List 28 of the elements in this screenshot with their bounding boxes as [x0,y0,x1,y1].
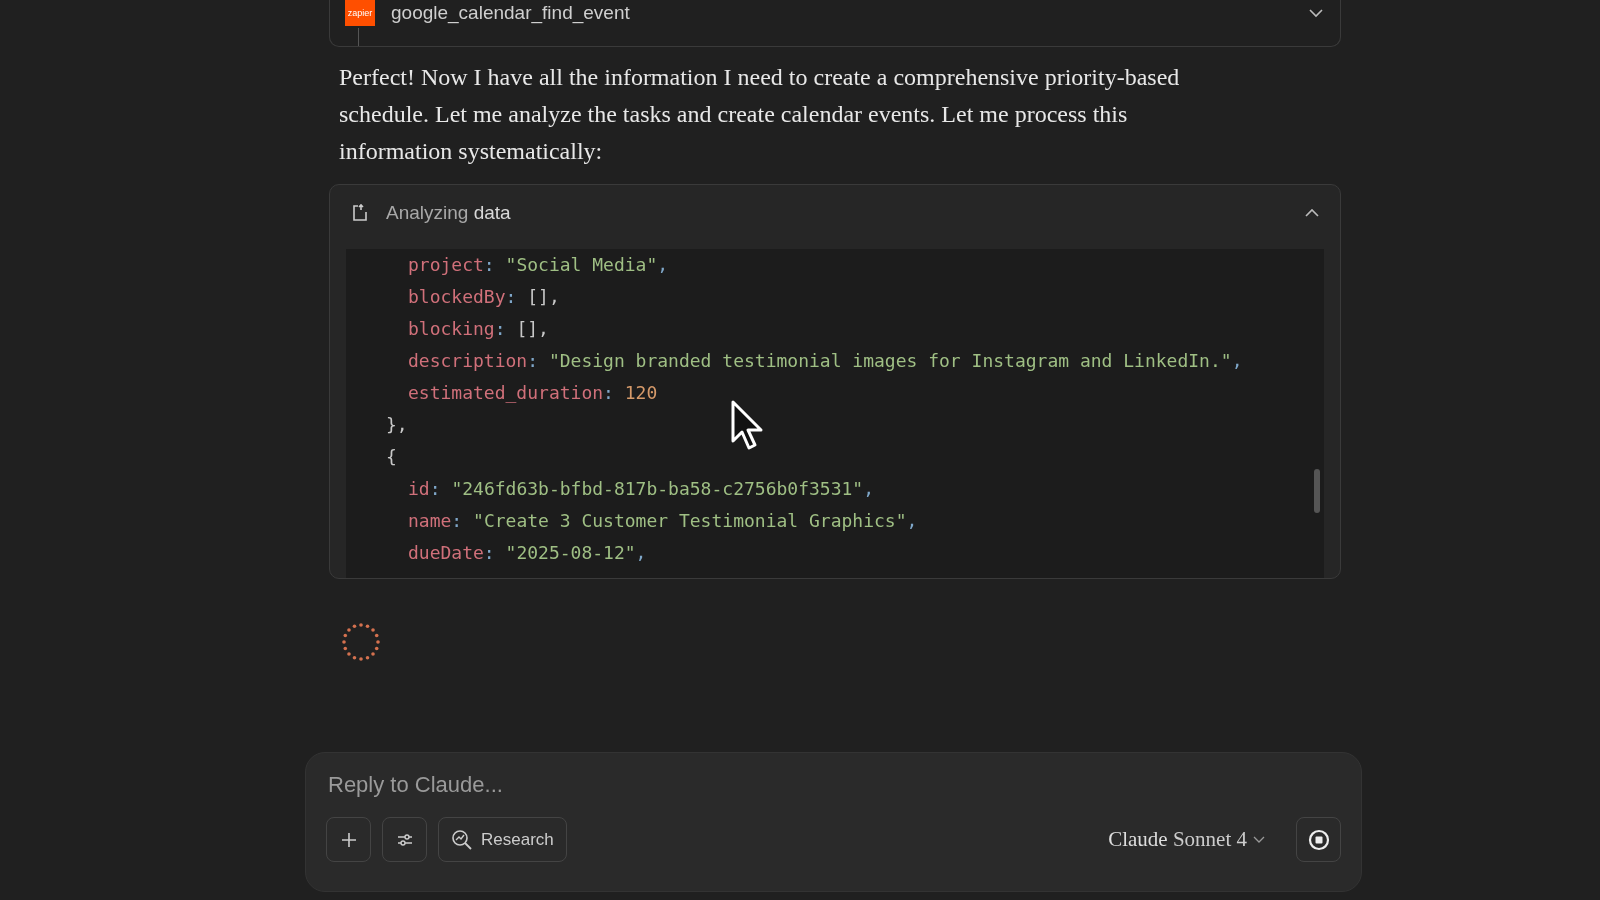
assistant-message: Perfect! Now I have all the information I need to create a comprehensive priority-based schedule. Let me analyze the tasks and create calendar events. Let me process this information systematically: [338,63,1181,166]
reply-input[interactable]: Reply to Claude... [326,771,1230,799]
analysis-icon [350,203,370,223]
code-line: dueDate: "2025-08-12", [408,541,647,565]
code-line: }, [386,413,408,437]
code-line: estimated_duration: 120 [408,381,658,405]
tool-name: google_calendar_find_event [391,2,631,24]
chevron-icon[interactable] [1308,8,1324,18]
scrollbar[interactable] [1314,469,1320,513]
search-chart-icon [451,828,473,851]
code-line: blockedBy: [], [408,285,560,309]
code-line: blocking: [], [408,317,549,341]
chevron-icon[interactable] [1304,208,1320,218]
code-line: name: "Create 3 Customer Testimonial Graphics", [408,509,918,533]
add-button[interactable] [326,817,371,862]
model-selector[interactable]: Claude Sonnet 4 [1102,826,1271,853]
stop-button[interactable] [1296,817,1341,862]
research-button[interactable]: Research [438,817,567,862]
settings-button[interactable] [382,817,427,862]
code-line: { [386,445,397,469]
zapier-logo: zapier [345,0,375,26]
code-line: project: "Social Media", [408,253,669,277]
caret-icon [1253,835,1265,844]
stop-icon [1307,828,1330,851]
analysis-title: Analyzing data [386,202,512,224]
code-line: description: "Design branded testimonial images for Instagram and LinkedIn.", [408,349,1243,373]
loading-spinner-icon [340,621,382,663]
code-line: id: "246fd63b-bfbd-817b-ba58-c2756b0f3531", [408,477,875,501]
